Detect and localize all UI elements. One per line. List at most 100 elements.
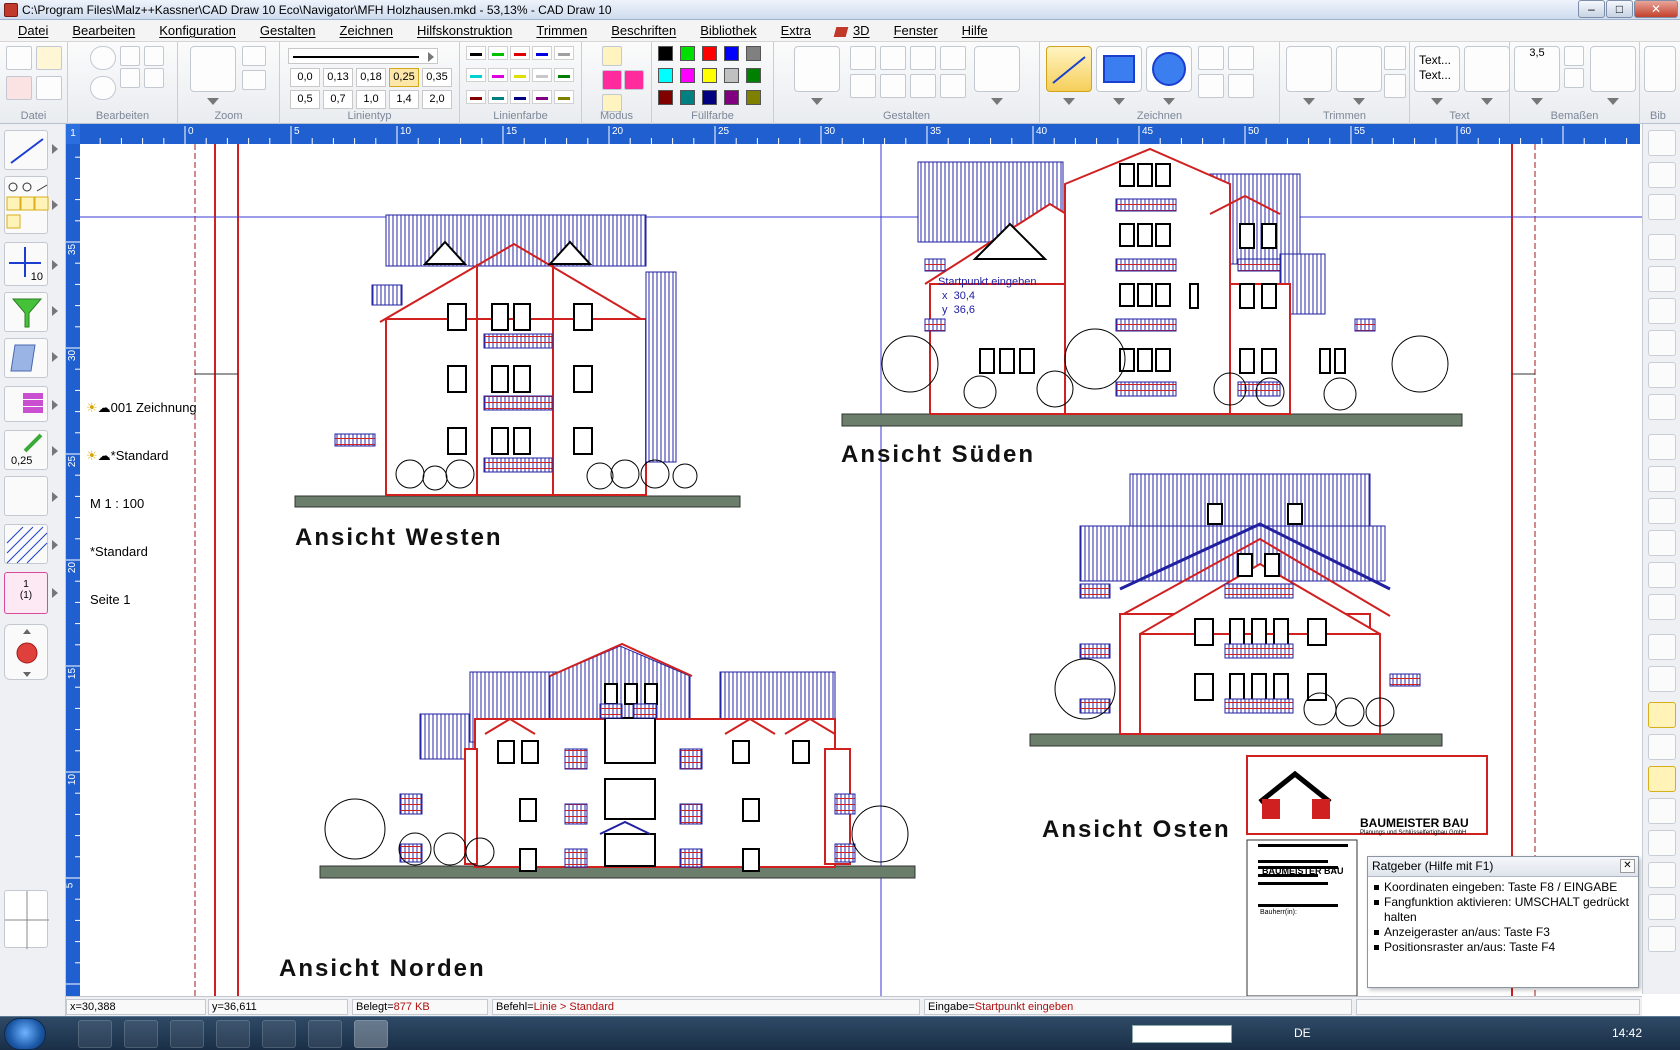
- chevron-right-icon[interactable]: [52, 200, 58, 210]
- fillcolor-swatch-8[interactable]: [724, 68, 739, 83]
- menu-hilfe[interactable]: Hilfe: [950, 23, 1000, 38]
- mirror-icon[interactable]: [880, 46, 906, 70]
- media-player-icon[interactable]: [216, 1020, 250, 1048]
- 3d-view-icon[interactable]: [1648, 130, 1676, 156]
- text-attribute-icon[interactable]: [1464, 46, 1510, 92]
- copy-object-icon[interactable]: [850, 46, 876, 70]
- dropdown-arrow-icon[interactable]: [1303, 98, 1315, 105]
- pan-3d-icon[interactable]: [1648, 594, 1676, 620]
- trim-id-icon[interactable]: [1286, 46, 1332, 92]
- menu-konfiguration[interactable]: Konfiguration: [147, 23, 248, 38]
- fillcolor-swatch-12[interactable]: [702, 90, 717, 105]
- box-front-icon[interactable]: [1648, 298, 1676, 324]
- hatch-tool-icon[interactable]: [1198, 74, 1224, 98]
- elevation-west[interactable]: [294, 214, 741, 508]
- snap-modes-icon[interactable]: [4, 176, 49, 234]
- filter-icon[interactable]: [4, 292, 48, 332]
- linecolor-swatch-11[interactable]: [488, 90, 508, 104]
- dropdown-arrow-icon[interactable]: [1607, 98, 1619, 105]
- properties-icon[interactable]: [1648, 162, 1676, 188]
- edit-icon[interactable]: [940, 74, 966, 98]
- rotate-y-icon[interactable]: [1648, 466, 1676, 492]
- close-button[interactable]: ✕: [1634, 0, 1678, 18]
- ungroup-icon[interactable]: [880, 74, 906, 98]
- fillcolor-swatch-7[interactable]: [702, 68, 717, 83]
- mode-fill-border-icon[interactable]: [624, 70, 644, 90]
- points-icon[interactable]: [974, 46, 1020, 92]
- coordinates-icon[interactable]: [4, 476, 48, 516]
- fillcolor-swatch-11[interactable]: [680, 90, 695, 105]
- linecolor-swatch-9[interactable]: [554, 68, 574, 82]
- fillcolor-swatch-1[interactable]: [680, 46, 695, 61]
- cube-icon[interactable]: [1648, 234, 1676, 260]
- menu-trimmen[interactable]: Trimmen: [524, 23, 599, 38]
- fillcolor-swatch-0[interactable]: [658, 46, 673, 61]
- linecolor-swatch-0[interactable]: [466, 46, 486, 60]
- dimension-chain-icon[interactable]: [1590, 46, 1636, 92]
- pdf-reader-icon[interactable]: [308, 1020, 342, 1048]
- coordinate-input-overlay[interactable]: Startpunkt eingeben x 30,4 y 36,6: [938, 275, 1036, 317]
- scale-info[interactable]: M 1 : 100: [90, 496, 144, 511]
- zoom-window-icon[interactable]: [190, 46, 236, 92]
- dropdown-arrow-icon[interactable]: [1113, 98, 1125, 105]
- open-file-icon[interactable]: [36, 46, 62, 70]
- rotate-x-icon[interactable]: [1648, 434, 1676, 460]
- box-icon[interactable]: [1648, 266, 1676, 292]
- transform-icon[interactable]: [940, 46, 966, 70]
- linecolor-swatch-12[interactable]: [510, 90, 530, 104]
- rectangle-tool-icon[interactable]: [1096, 46, 1142, 92]
- dropdown-arrow-icon[interactable]: [1431, 98, 1443, 105]
- box-top-icon[interactable]: [1648, 362, 1676, 388]
- zoom-out-icon[interactable]: [242, 70, 266, 90]
- cad-draw-taskbar-icon[interactable]: [354, 1020, 388, 1048]
- chevron-right-icon[interactable]: [52, 540, 58, 550]
- menu-beschriften[interactable]: Beschriften: [599, 23, 688, 38]
- chevron-right-icon[interactable]: [52, 400, 58, 410]
- dimension-tool-button[interactable]: 3,5: [1514, 46, 1560, 92]
- chevron-right-icon[interactable]: [52, 144, 58, 154]
- close-icon[interactable]: ✕: [1620, 859, 1635, 873]
- view-forward-icon[interactable]: [1648, 634, 1676, 660]
- dropdown-arrow-icon[interactable]: [811, 98, 823, 105]
- linewidth-2-0[interactable]: 2,0: [422, 90, 452, 109]
- wireframe-cube-icon[interactable]: [1648, 702, 1676, 728]
- section-icon[interactable]: [1648, 862, 1676, 888]
- linecolor-swatch-3[interactable]: [532, 46, 552, 60]
- chevron-right-icon[interactable]: [52, 306, 58, 316]
- group-icon[interactable]: [850, 74, 876, 98]
- pen-linewidth-icon[interactable]: 0,25: [4, 430, 48, 470]
- dimension-vertical-icon[interactable]: [1564, 46, 1584, 66]
- dimension-aligned-icon[interactable]: [1564, 68, 1584, 88]
- dropdown-arrow-icon[interactable]: [991, 98, 1003, 105]
- page-info[interactable]: Seite 1: [90, 592, 130, 607]
- language-indicator[interactable]: DE: [1294, 1026, 1311, 1040]
- trim-shape-icon[interactable]: [1336, 46, 1382, 92]
- undo-icon[interactable]: [90, 46, 116, 70]
- freeform-tool-icon[interactable]: [1228, 74, 1254, 98]
- grid-snap-icon[interactable]: 10: [4, 242, 48, 286]
- line-tool-icon[interactable]: [1046, 46, 1092, 92]
- internet-explorer-icon[interactable]: [124, 1020, 158, 1048]
- plane-icon[interactable]: [1648, 394, 1676, 420]
- shaded-edges-icon[interactable]: [1648, 798, 1676, 824]
- menu-extra[interactable]: Extra: [769, 23, 823, 38]
- paste-icon[interactable]: [120, 68, 140, 88]
- linecolor-swatch-2[interactable]: [510, 46, 530, 60]
- transparent-icon[interactable]: [1648, 830, 1676, 856]
- layer-view-icon[interactable]: [4, 338, 48, 378]
- page-button[interactable]: 1 (1): [4, 572, 48, 614]
- chevron-right-icon[interactable]: [52, 446, 58, 456]
- box-side-icon[interactable]: [1648, 330, 1676, 356]
- clock[interactable]: 14:42: [1612, 1026, 1642, 1040]
- fillcolor-swatch-9[interactable]: [746, 68, 761, 83]
- find-icon[interactable]: [144, 68, 164, 88]
- view-back-icon[interactable]: [1648, 666, 1676, 692]
- fillcolor-swatch-14[interactable]: [746, 90, 761, 105]
- hidden-line-icon[interactable]: [1648, 734, 1676, 760]
- firefox-icon[interactable]: [78, 1020, 112, 1048]
- shaded-cube-icon[interactable]: [1648, 766, 1676, 792]
- linewidth-0-0[interactable]: 0,0: [290, 68, 320, 87]
- menu-zeichnen[interactable]: Zeichnen: [328, 23, 405, 38]
- menu-bearbeiten[interactable]: Bearbeiten: [60, 23, 147, 38]
- redo-icon[interactable]: [90, 76, 116, 100]
